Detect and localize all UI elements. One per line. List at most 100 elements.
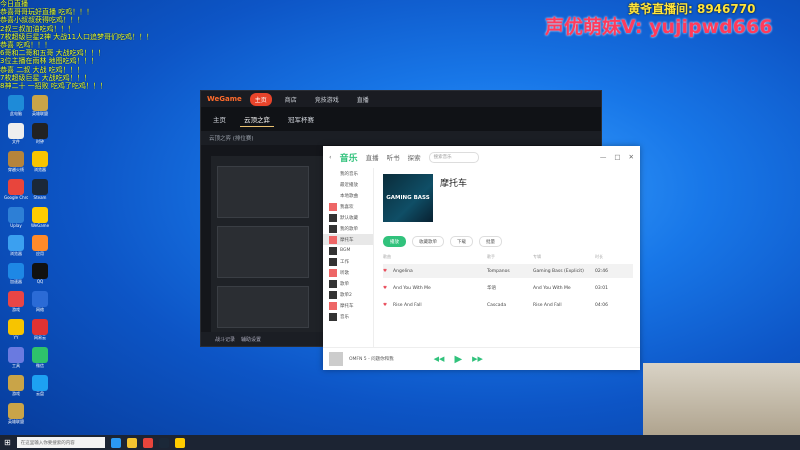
sidebar-item[interactable]: 默认收藏	[323, 212, 373, 223]
desktop-icon[interactable]: 游戏	[4, 375, 28, 405]
playlist-icon	[329, 257, 337, 266]
desktop-icon[interactable]: 穿越火线	[4, 151, 28, 181]
sidebar-item[interactable]: 我的音乐	[323, 168, 373, 179]
heart-icon[interactable]: ♥	[383, 286, 387, 291]
song-row[interactable]: ♥ Rise And Fall Cascada Rise And Fall 04:06	[383, 298, 633, 312]
desktop-icon[interactable]: 云盘	[28, 375, 52, 405]
app-icon	[32, 123, 48, 139]
desktop-icon[interactable]: 浏览器	[28, 151, 52, 181]
playlist-icon	[329, 202, 337, 211]
playlist-icon	[329, 290, 337, 299]
song-album[interactable]: Rise And Fall	[533, 303, 595, 308]
desktop-icon[interactable]: 游戏	[4, 291, 28, 321]
next-icon[interactable]: ▶▶	[472, 355, 483, 363]
maximize-icon[interactable]: □	[614, 153, 620, 161]
tab-live[interactable]: 直播	[366, 152, 379, 162]
folder-icon[interactable]	[126, 437, 137, 448]
desktop-icon[interactable]: 工具	[4, 347, 28, 377]
sidebar-item[interactable]: 歌单2	[323, 289, 373, 300]
wegame-subbar: 云顶之弈 (排位赛)	[201, 131, 601, 145]
wegame-icon[interactable]	[174, 437, 185, 448]
heart-icon[interactable]: ♥	[383, 303, 387, 308]
collect-button[interactable]: 收藏歌单	[412, 236, 444, 247]
edge-icon[interactable]	[110, 437, 121, 448]
wegame-tab-competitive[interactable]: 竞技游戏	[310, 93, 344, 106]
tab-explore[interactable]: 探索	[408, 152, 421, 162]
steam-icon[interactable]	[158, 437, 169, 448]
desktop-icon[interactable]: QQ	[28, 263, 52, 293]
assist-settings-button[interactable]: 辅助设置	[241, 336, 261, 343]
sidebar-item[interactable]: 摩托车	[323, 300, 373, 311]
prev-icon[interactable]: ◀◀	[434, 355, 445, 363]
song-row[interactable]: ♥ And You With Me 华语 And You With Me 03:01	[383, 281, 633, 295]
wegame-logo: WeGame	[207, 95, 242, 103]
battle-record-button[interactable]: 战斗记录	[215, 336, 235, 343]
desktop-icon[interactable]: 网易云	[28, 319, 52, 349]
song-album[interactable]: Gaming Bass (Explicit)	[533, 269, 595, 274]
sidebar-item[interactable]: 我喜欢	[323, 201, 373, 212]
desktop-icon[interactable]: 浏览器	[4, 235, 28, 265]
desktop-icon[interactable]: 此电脑	[4, 95, 28, 125]
sidebar-item[interactable]: 本地歌曲	[323, 190, 373, 201]
desktop-icon[interactable]: Google Chrome	[4, 179, 28, 209]
play-icon[interactable]: ▶	[454, 354, 462, 365]
close-icon[interactable]: ✕	[629, 153, 634, 161]
sidebar-item[interactable]: 歌单	[323, 278, 373, 289]
taskbar-search[interactable]: 在这里输入你要搜索的内容	[16, 437, 105, 448]
song-row[interactable]: ♥ Angelina Tompanos Gaming Bass (Explicit) 0…	[383, 264, 633, 278]
desktop-icon[interactable]: YY	[4, 319, 28, 349]
app-icon	[8, 319, 24, 335]
desktop-icon[interactable]: 英雄联盟	[4, 403, 28, 433]
desktop-icon[interactable]: 加速器	[4, 263, 28, 293]
desktop-icon[interactable]: 应用	[28, 235, 52, 265]
nav-cup[interactable]: 冠军杯赛	[284, 112, 318, 126]
desktop-icon[interactable]: 文件	[4, 123, 28, 153]
sidebar-item[interactable]: 我的歌单	[323, 223, 373, 234]
minimize-icon[interactable]: —	[600, 153, 607, 161]
app-icon	[32, 319, 48, 335]
desktop-icon[interactable]: WeGame	[28, 207, 52, 237]
sidebar-item[interactable]: 听歌	[323, 267, 373, 278]
wegame-game-nav: 主页 云顶之弈 冠军杯赛	[201, 107, 601, 131]
playlist-icon	[329, 213, 337, 222]
sidebar-item[interactable]: 音乐	[323, 311, 373, 322]
sidebar-label: 音乐	[340, 314, 349, 320]
back-icon[interactable]: ‹	[329, 153, 332, 161]
chrome-icon[interactable]	[142, 437, 153, 448]
song-album[interactable]: And You With Me	[533, 286, 595, 291]
sidebar-item[interactable]: 摩托车	[323, 234, 373, 245]
nav-tft[interactable]: 云顶之弈	[240, 112, 274, 127]
sidebar-label: 歌单	[340, 281, 349, 287]
desktop-icon[interactable]: 网络	[28, 291, 52, 321]
desktop-icon[interactable]: 英雄联盟	[28, 95, 52, 125]
app-icon	[8, 291, 24, 307]
app-icon	[8, 347, 24, 363]
desktop-icon[interactable]: Steam	[28, 179, 52, 209]
wegame-tab-live[interactable]: 直播	[352, 93, 374, 106]
tab-audiobook[interactable]: 听书	[387, 152, 400, 162]
song-artist[interactable]: Cascada	[487, 303, 533, 308]
start-icon[interactable]: ⊞	[4, 438, 11, 447]
play-all-button[interactable]: 播放	[383, 236, 406, 247]
music-brand[interactable]: 音乐	[340, 151, 358, 164]
nav-home[interactable]: 主页	[209, 112, 230, 126]
desktop-icon-label: QQ	[36, 279, 44, 284]
song-artist[interactable]: 华语	[487, 285, 533, 291]
app-icon	[8, 263, 24, 279]
batch-button[interactable]: 批量	[479, 236, 502, 247]
wegame-tab-store[interactable]: 商店	[280, 93, 302, 106]
song-artist[interactable]: Tompanos	[487, 269, 533, 274]
app-icon	[8, 123, 24, 139]
desktop-icon[interactable]: 时钟	[28, 123, 52, 153]
download-button[interactable]: 下载	[450, 236, 473, 247]
wegame-tab-home[interactable]: 主页	[249, 92, 272, 106]
sidebar-item[interactable]: BGM	[323, 245, 373, 256]
sidebar-label: 最近播放	[340, 182, 358, 188]
sidebar-item[interactable]: 最近播放	[323, 179, 373, 190]
heart-icon[interactable]: ♥	[383, 269, 387, 274]
desktop-icon[interactable]: Uplay	[4, 207, 28, 237]
music-search-input[interactable]: 搜索音乐	[428, 151, 479, 163]
desktop-icon[interactable]: 微信	[28, 347, 52, 377]
sidebar-item[interactable]: 工作	[323, 256, 373, 267]
desktop-icon-label: 浏览器	[34, 167, 46, 172]
